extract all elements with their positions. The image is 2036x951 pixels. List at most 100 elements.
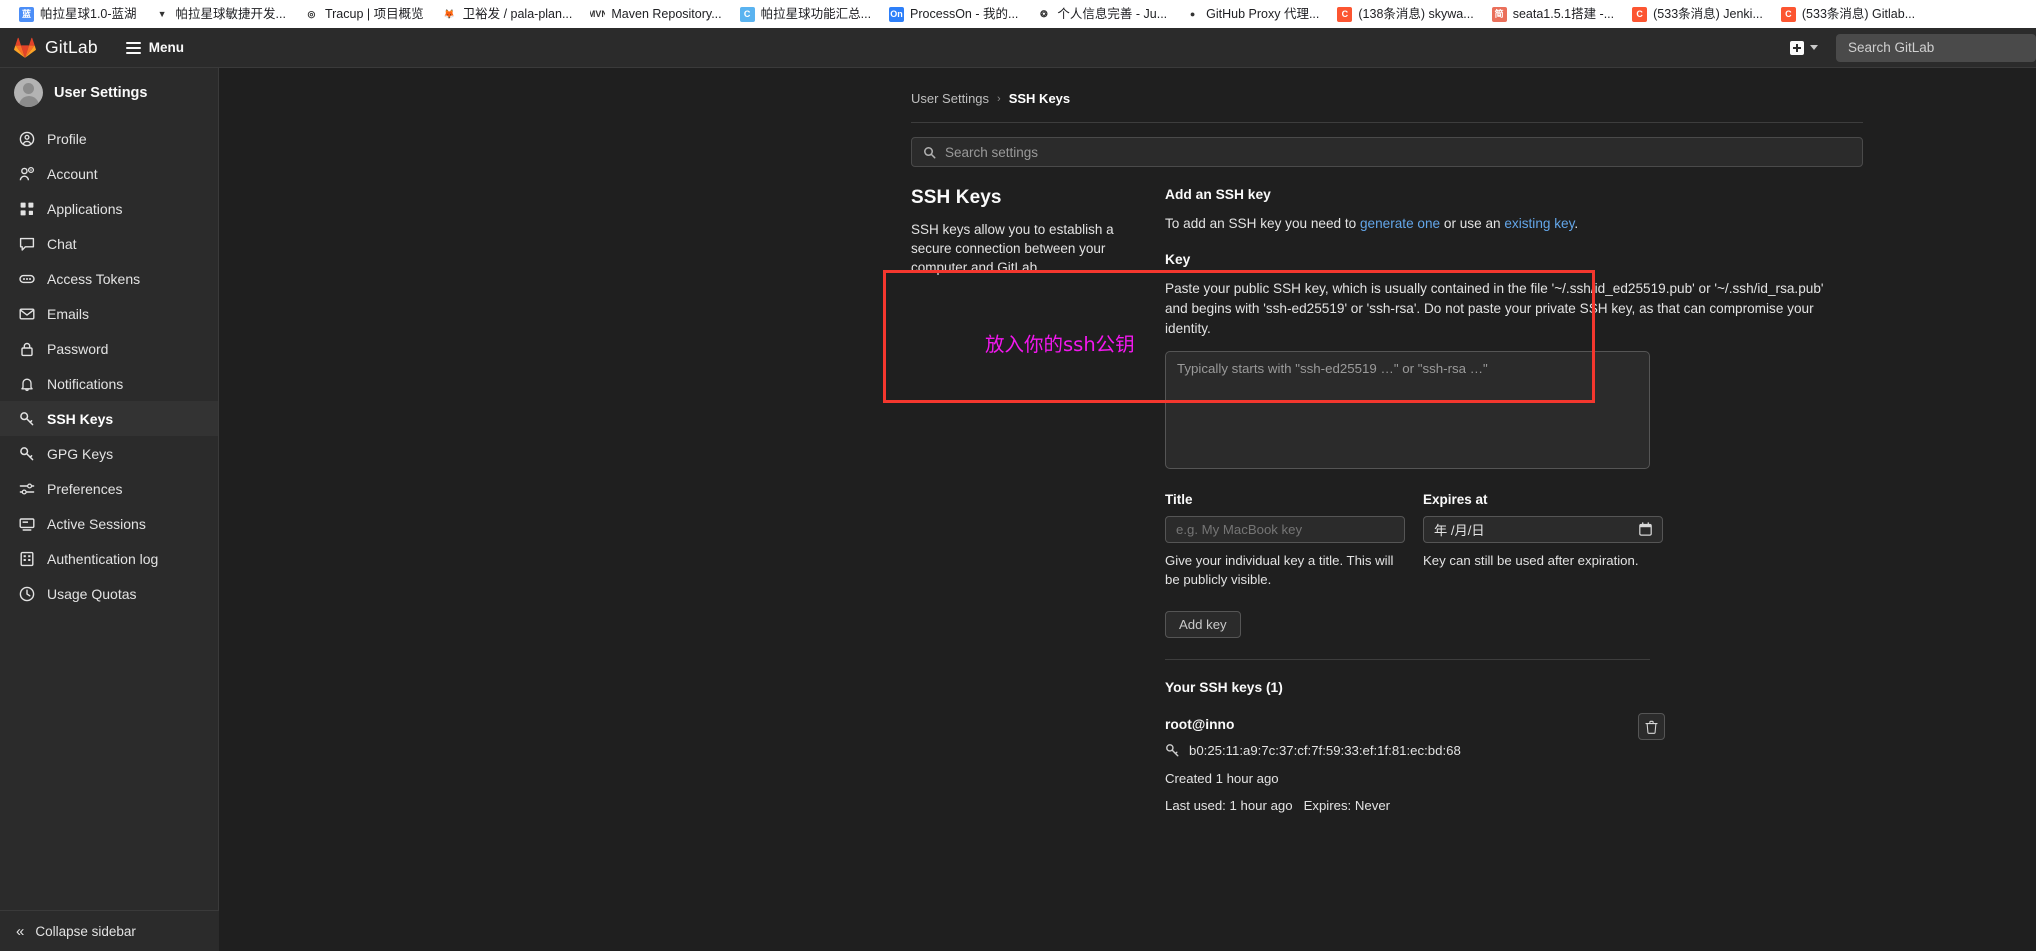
ssh-key-entry: root@inno b0:25:11:a9:7c:37:cf:7f:59:33:…: [1165, 713, 1665, 813]
search-settings-input[interactable]: Search settings: [911, 137, 1863, 167]
bookmark-item[interactable]: 蓝帕拉星球1.0-蓝湖: [10, 2, 146, 26]
sidebar-item-label: GPG Keys: [47, 445, 114, 462]
sidebar-item-emails[interactable]: Emails: [0, 296, 218, 331]
envelope-icon: [18, 305, 35, 322]
sidebar-item-applications[interactable]: Applications: [0, 191, 218, 226]
title-input[interactable]: [1165, 515, 1405, 543]
bookmark-item[interactable]: ❂ 个人信息完善 - Ju...: [1027, 2, 1176, 26]
expires-field-hint: Key can still be used after expiration.: [1423, 552, 1639, 568]
sidebar-item-access-tokens[interactable]: Access Tokens: [0, 261, 218, 296]
sidebar-item-notifications[interactable]: Notifications: [0, 366, 218, 401]
sidebar-item-preferences[interactable]: Preferences: [0, 471, 218, 506]
jianshu-icon: 简: [1491, 6, 1507, 22]
gitlab-icon: 🦊: [443, 8, 455, 19]
gitlab-brand-text: GitLab: [45, 37, 98, 57]
page-title: SSH Keys: [911, 187, 1002, 208]
bookmark-item[interactable]: C (533条消息) Jenki...: [1623, 2, 1772, 26]
sidebar-item-gpg-keys[interactable]: GPG Keys: [0, 436, 218, 471]
ssh-key-textarea[interactable]: [1165, 350, 1650, 469]
generate-one-link[interactable]: generate one: [1360, 216, 1440, 231]
bookmark-item[interactable]: ◎ Tracup | 项目概览: [295, 2, 433, 26]
bookmark-item[interactable]: C (138条消息) skywa...: [1328, 2, 1482, 26]
main-menu-label: Menu: [148, 40, 185, 55]
keys-section-divider: [1165, 659, 1650, 661]
bookmark-label: ProcessOn - 我的...: [910, 6, 1019, 21]
csdn-icon: C: [1337, 6, 1353, 22]
sidebar-item-label: Profile: [47, 130, 87, 147]
title-field-label: Title: [1165, 491, 1193, 507]
main-menu-button[interactable]: Menu: [125, 40, 185, 55]
sidebar-item-usage-quotas[interactable]: Usage Quotas: [0, 576, 218, 611]
delete-ssh-key-button[interactable]: [1638, 713, 1665, 741]
avatar: [14, 78, 43, 107]
settings-content-wrapper: User Settings › SSH Keys Search settings…: [883, 68, 1863, 813]
sidebar-nav-list: Profile Account Applications Chat Access Tok…: [0, 121, 218, 611]
navbar-search-input[interactable]: Search GitLab: [1836, 33, 2036, 62]
create-new-button[interactable]: [1782, 40, 1826, 55]
sidebar-item-chat[interactable]: Chat: [0, 226, 218, 261]
bookmark-item[interactable]: On ProcessOn - 我的...: [880, 2, 1027, 26]
csdn-icon: C: [1632, 6, 1648, 22]
bookmark-item[interactable]: C (533条消息) Gitlab...: [1772, 2, 1924, 26]
navbar-right-group: Search GitLab: [1782, 28, 2036, 67]
monitor-icon: [18, 515, 35, 532]
settings-columns: SSH Keys SSH keys allow you to establish…: [883, 187, 1863, 813]
ssh-key-expires: Expires: Never: [1303, 798, 1391, 814]
bookmark-item[interactable]: C 帕拉星球功能汇总...: [731, 2, 880, 26]
key-icon: [18, 445, 35, 462]
title-expires-row: Title Give your individual key a title. …: [1165, 492, 1825, 589]
user-circle-icon: [18, 130, 35, 147]
bell-icon: [18, 375, 35, 392]
gitlab-fox-logo-icon: [14, 37, 36, 58]
add-key-button[interactable]: Add key: [1165, 611, 1241, 639]
sidebar-item-label: Applications: [47, 200, 123, 217]
trash-icon: [1645, 720, 1658, 734]
expires-date-input[interactable]: 年 /月/日: [1423, 515, 1663, 543]
gitlab-navbar: GitLab Menu Search GitLab: [0, 28, 2036, 68]
sidebar-item-authentication-log[interactable]: Authentication log: [0, 541, 218, 576]
bookmark-item[interactable]: 🦊 卫裕发 / pala-plan...: [433, 2, 582, 26]
breadcrumb-parent-link[interactable]: User Settings: [911, 91, 989, 106]
add-ssh-key-column: Add an SSH key To add an SSH key you nee…: [883, 187, 1825, 813]
sidebar-item-active-sessions[interactable]: Active Sessions: [0, 506, 218, 541]
sidebar-item-label: SSH Keys: [47, 410, 114, 427]
collapse-sidebar-button[interactable]: « Collapse sidebar: [0, 910, 219, 951]
key-icon: [18, 410, 35, 427]
ssh-key-last-used: Last used: 1 hour ago: [1165, 798, 1293, 814]
bookmark-item[interactable]: 简 seata1.5.1搭建 -...: [1483, 2, 1623, 26]
sidebar-item-label: Emails: [47, 305, 90, 322]
title-field-group: Title Give your individual key a title. …: [1165, 492, 1405, 589]
sidebar-item-password[interactable]: Password: [0, 331, 218, 366]
breadcrumb-divider: [911, 122, 1863, 123]
github-icon: ●: [1189, 8, 1196, 19]
bookmark-label: (533条消息) Jenki...: [1653, 6, 1763, 21]
bookmark-item[interactable]: MVN Maven Repository...: [581, 2, 730, 26]
sidebar-header-label: User Settings: [54, 84, 148, 101]
add-key-intro-prefix: To add an SSH key you need to: [1165, 216, 1360, 231]
tracup-icon: ◎: [307, 8, 316, 19]
breadcrumb: User Settings › SSH Keys: [903, 68, 1863, 106]
bookmark-label: (533条消息) Gitlab...: [1801, 6, 1916, 21]
sidebar-item-account[interactable]: Account: [0, 156, 218, 191]
chevron-double-left-icon: «: [16, 922, 25, 940]
annotation-text: 放入你的ssh公钥: [985, 333, 1135, 356]
lanhu-icon: 蓝: [19, 6, 34, 22]
add-key-intro: To add an SSH key you need to generate o…: [1165, 214, 1825, 234]
expires-field-label: Expires at: [1423, 491, 1488, 507]
ssh-key-title: root@inno: [1165, 717, 1235, 733]
bookmark-item[interactable]: ● GitHub Proxy 代理...: [1176, 2, 1328, 26]
sidebar-item-label: Active Sessions: [47, 515, 146, 532]
sidebar-item-label: Preferences: [47, 480, 123, 497]
ssh-key-usage-line: Last used: 1 hour ago Expires: Never: [1165, 798, 1650, 813]
key-field-help: Paste your public SSH key, which is usua…: [1165, 280, 1824, 336]
sidebar-item-ssh-keys[interactable]: SSH Keys: [0, 401, 218, 436]
sidebar-item-profile[interactable]: Profile: [0, 121, 218, 156]
bookmark-label: Tracup | 项目概览: [324, 6, 424, 21]
clock-icon: [18, 585, 35, 602]
gitlab-home-link[interactable]: GitLab: [0, 37, 98, 58]
sidebar-item-label: Authentication log: [47, 550, 159, 567]
sidebar-item-label: Account: [47, 165, 98, 182]
bookmark-item[interactable]: ▼ 帕拉星球敏捷开发...: [146, 2, 295, 26]
page-description: SSH keys allow you to establish a secure…: [911, 222, 1114, 276]
existing-key-link[interactable]: existing key: [1504, 216, 1574, 231]
